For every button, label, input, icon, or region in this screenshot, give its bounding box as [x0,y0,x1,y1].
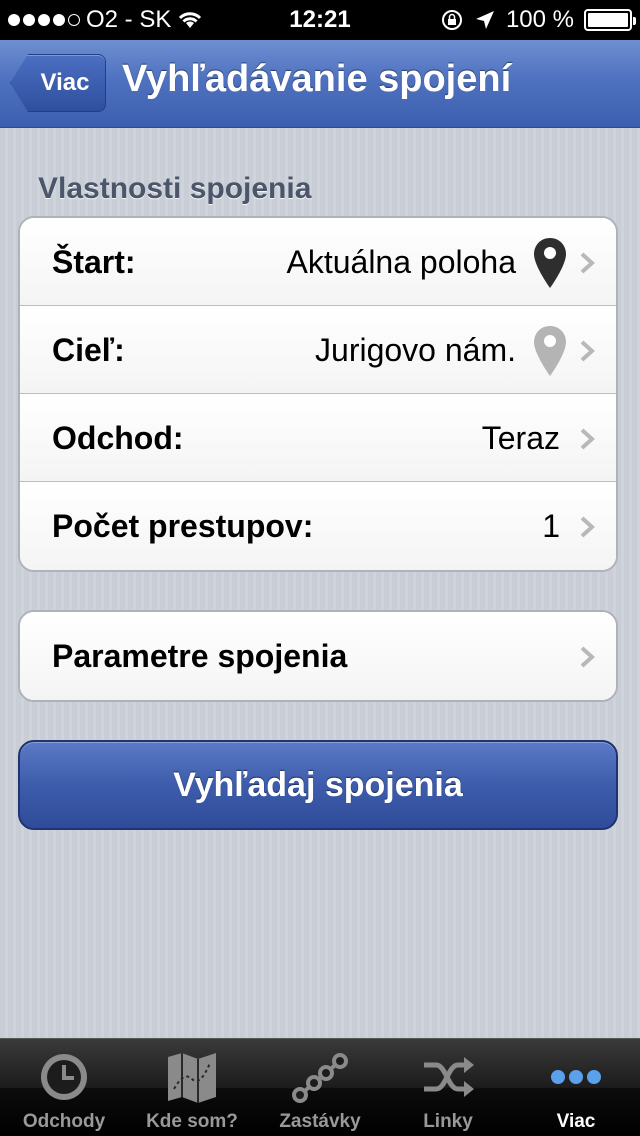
connection-properties-group: Štart: Aktuálna poloha Cieľ: Jurigovo ná… [18,216,618,572]
destination-row[interactable]: Cieľ: Jurigovo nám. [20,306,616,394]
location-arrow-icon [475,11,494,29]
tab-label: Zastávky [279,1111,361,1132]
row-label: Počet prestupov: [52,508,314,544]
row-value: Aktuálna poloha [286,244,516,280]
row-label: Cieľ: [52,332,125,368]
tab-label: Kde som? [146,1111,238,1132]
departure-row[interactable]: Odchod: Teraz [20,394,616,482]
stops-icon [292,1053,348,1103]
tab-departures[interactable]: Odchody [0,1039,128,1136]
battery-icon [584,9,636,31]
tab-where-am-i[interactable]: Kde som? [128,1039,256,1136]
chevron-right-icon [580,428,595,450]
transfers-row[interactable]: Počet prestupov: 1 [20,482,616,570]
start-row[interactable]: Štart: Aktuálna poloha [20,218,616,306]
chevron-right-icon [580,646,595,668]
row-value: Teraz [481,420,560,456]
status-right: 100 % [440,6,636,34]
tab-label: Odchody [22,1111,106,1132]
location-pin-icon [534,326,566,376]
search-connections-button[interactable]: Vyhľadaj spojenia [18,740,618,830]
chevron-right-icon [580,252,595,274]
tab-label: Viac [556,1111,596,1132]
row-value: 1 [542,508,560,544]
main-content: Vlastnosti spojenia Štart: Aktuálna polo… [0,128,640,1038]
tab-label: Linky [423,1111,473,1132]
row-label: Štart: [52,244,136,280]
navigation-bar: Viac Vyhľadávanie spojení [0,40,640,128]
chevron-right-icon [580,516,595,538]
chevron-right-icon [580,340,595,362]
more-icon [551,1070,601,1084]
map-icon [168,1053,216,1103]
clock-icon [41,1054,87,1100]
status-bar: O2 - SK 12:21 100 % [0,0,640,40]
page-title: Vyhľadávanie spojení [122,58,512,100]
shuffle-icon [424,1057,474,1097]
section-title: Vlastnosti spojenia [38,172,312,205]
battery-percent: 100 % [505,6,574,33]
row-label: Odchod: [52,420,184,456]
row-value: Jurigovo nám. [315,332,516,368]
location-pin-icon [534,238,566,288]
parameters-row[interactable]: Parametre spojenia [20,612,616,700]
rotation-lock-icon [441,10,462,30]
tab-bar: Odchody Kde som? Zastávky Linky Viac [0,1038,640,1136]
parameters-group: Parametre spojenia [18,610,618,702]
tab-more[interactable]: Viac [512,1039,640,1136]
tab-stops[interactable]: Zastávky [256,1039,384,1136]
tab-lines[interactable]: Linky [384,1039,512,1136]
back-button[interactable]: Viac [10,54,106,112]
row-label: Parametre spojenia [52,638,348,674]
